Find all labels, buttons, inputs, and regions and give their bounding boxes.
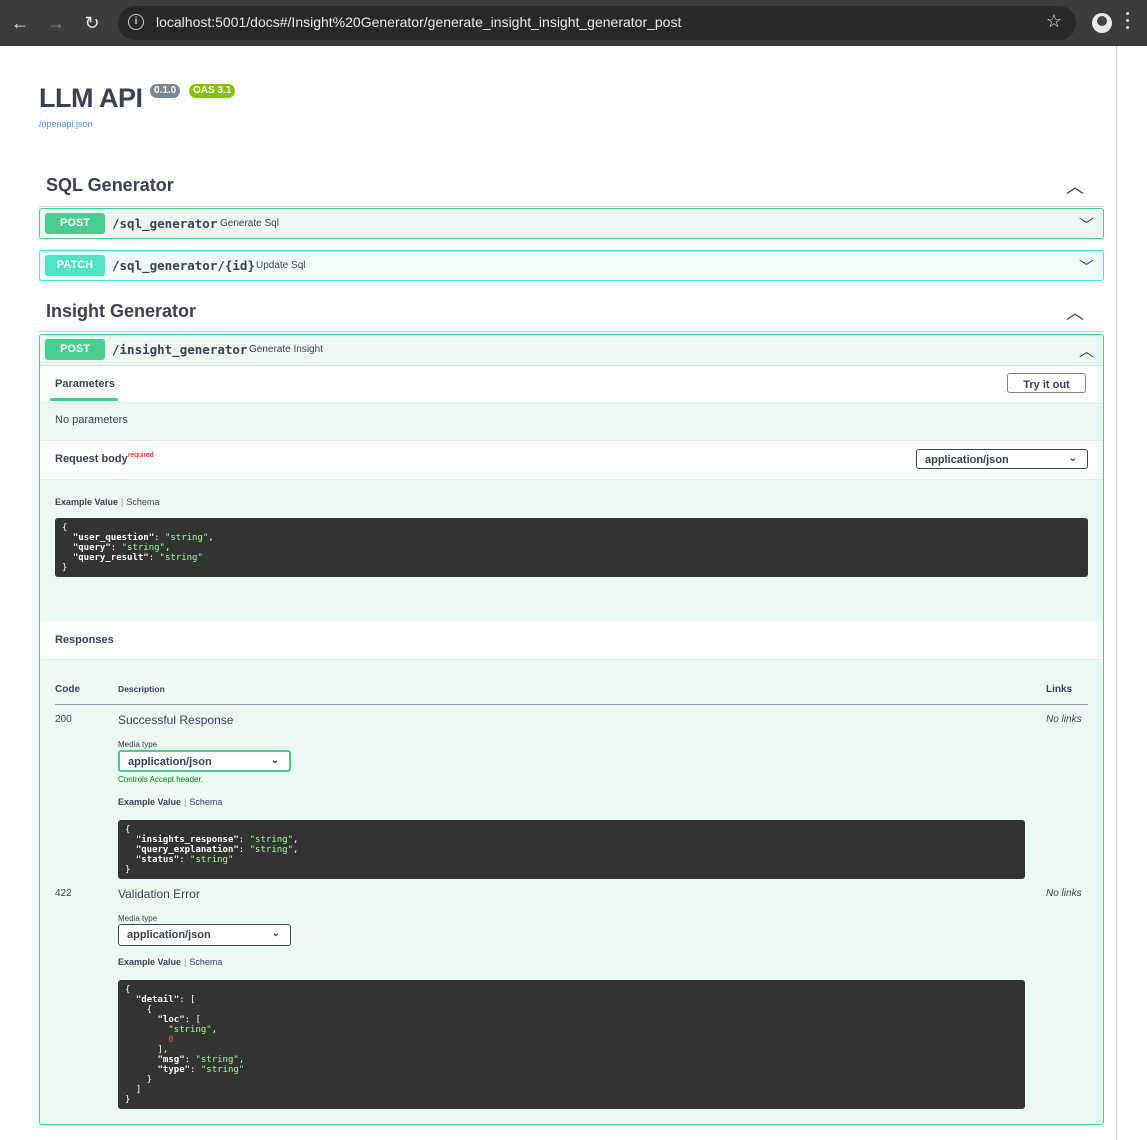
tab-parameters[interactable]: Parameters	[55, 378, 115, 390]
try-it-out-button[interactable]: Try it out	[1007, 373, 1086, 393]
chevron-down-icon[interactable]: ﹀	[1079, 256, 1094, 277]
back-icon[interactable]: ←	[8, 11, 32, 35]
openapi-link[interactable]: /openapi.json	[39, 119, 93, 129]
tab-schema[interactable]: Schema	[126, 497, 159, 507]
browser-menu-icon[interactable]	[1126, 12, 1130, 34]
tab-underline	[50, 398, 118, 401]
reload-icon[interactable]: ↻	[80, 11, 104, 35]
operation-summary: Generate Sql	[220, 218, 279, 229]
tag-sql-generator[interactable]: SQL Generator ︿	[39, 175, 1104, 207]
method-badge: POST	[45, 339, 105, 360]
response-description: Validation Error	[118, 887, 200, 901]
site-info-icon[interactable]: i	[128, 14, 144, 30]
chevron-up-icon[interactable]: ︿	[1066, 299, 1084, 325]
tab-example-value[interactable]: Example Value	[55, 497, 118, 507]
response-code: 422	[55, 888, 72, 899]
address-bar[interactable]: i localhost:5001/docs#/Insight%20Generat…	[118, 6, 1076, 40]
profile-avatar[interactable]	[1092, 13, 1112, 33]
tab-schema[interactable]: Schema	[189, 957, 222, 967]
method-badge: PATCH	[45, 255, 105, 276]
response-code: 200	[55, 714, 72, 725]
select-value: application/json	[127, 929, 211, 941]
bookmark-star-icon[interactable]: ☆	[1046, 11, 1062, 32]
chevron-down-icon: ⌄	[271, 928, 280, 939]
oas-badge: OAS 3.1	[189, 84, 236, 98]
browser-toolbar: ← → ↻ i localhost:5001/docs#/Insight%20G…	[0, 0, 1147, 46]
responses-header	[40, 621, 1103, 660]
forward-icon[interactable]: →	[44, 11, 68, 35]
response-200-example-code: { "insights_response": "string", "query_…	[118, 820, 1025, 879]
example-schema-tabs: Example Value | Schema	[55, 497, 160, 507]
version-badge: 0.1.0	[150, 84, 181, 98]
responses-label: Responses	[55, 634, 114, 646]
chevron-down-icon: ⌄	[270, 755, 279, 766]
url-text[interactable]: localhost:5001/docs#/Insight%20Generator…	[156, 14, 681, 30]
example-schema-tabs: Example Value | Schema	[118, 797, 223, 807]
parameters-header	[40, 365, 1103, 404]
response-200-media-select[interactable]: application/json ⌄	[118, 750, 291, 772]
controls-accept-note: Controls Accept header.	[118, 775, 203, 784]
operation-summary: Update Sql	[256, 260, 306, 271]
request-content-type-select[interactable]: application/json ⌄	[916, 449, 1088, 469]
required-marker: required	[128, 452, 154, 459]
tag-insight-generator[interactable]: Insight Generator ︿	[39, 301, 1104, 332]
tag-title: Insight Generator	[46, 301, 197, 321]
api-title: LLM API	[39, 83, 143, 113]
scroll-edge	[1116, 46, 1117, 1140]
tab-example-value[interactable]: Example Value	[118, 797, 181, 807]
media-type-label: Media type	[118, 740, 158, 749]
select-value: application/json	[925, 454, 1009, 466]
chevron-up-icon[interactable]: ︿	[1066, 173, 1084, 199]
chevron-up-icon[interactable]: ︿	[1079, 340, 1094, 361]
chevron-down-icon[interactable]: ﹀	[1079, 214, 1094, 235]
chevron-down-icon: ⌄	[1068, 453, 1077, 464]
response-422-media-select[interactable]: application/json ⌄	[118, 924, 291, 946]
operation-path: /sql_generator	[112, 216, 218, 231]
operation-post-sql-generator[interactable]: POST /sql_generator Generate Sql ﹀	[39, 208, 1104, 239]
no-links-text: No links	[1046, 888, 1082, 899]
no-parameters-text: No parameters	[55, 414, 128, 426]
operation-patch-sql-generator[interactable]: PATCH /sql_generator/{id} Update Sql ﹀	[39, 250, 1104, 281]
request-body-label: Request body	[55, 453, 128, 465]
tab-schema[interactable]: Schema	[189, 797, 222, 807]
response-422-example-code: { "detail": [ { "loc": [ "string", 0 ], …	[118, 980, 1025, 1109]
example-schema-tabs: Example Value | Schema	[118, 957, 223, 967]
method-badge: POST	[45, 213, 105, 234]
no-links-text: No links	[1046, 714, 1082, 725]
tag-title: SQL Generator	[46, 175, 174, 195]
table-divider	[55, 704, 1088, 705]
col-links: Links	[1046, 684, 1073, 695]
response-description: Successful Response	[118, 713, 234, 727]
operation-path[interactable]: /insight_generator	[112, 342, 247, 357]
operation-path: /sql_generator/{id}	[112, 258, 255, 273]
col-code: Code	[55, 684, 80, 695]
col-description: Description	[118, 684, 165, 694]
operation-summary: Generate Insight	[249, 344, 323, 355]
request-example-code: { "user_question": "string", "query": "s…	[55, 518, 1088, 577]
tab-example-value[interactable]: Example Value	[118, 957, 181, 967]
media-type-label: Media type	[118, 914, 158, 923]
select-value: application/json	[128, 756, 212, 768]
